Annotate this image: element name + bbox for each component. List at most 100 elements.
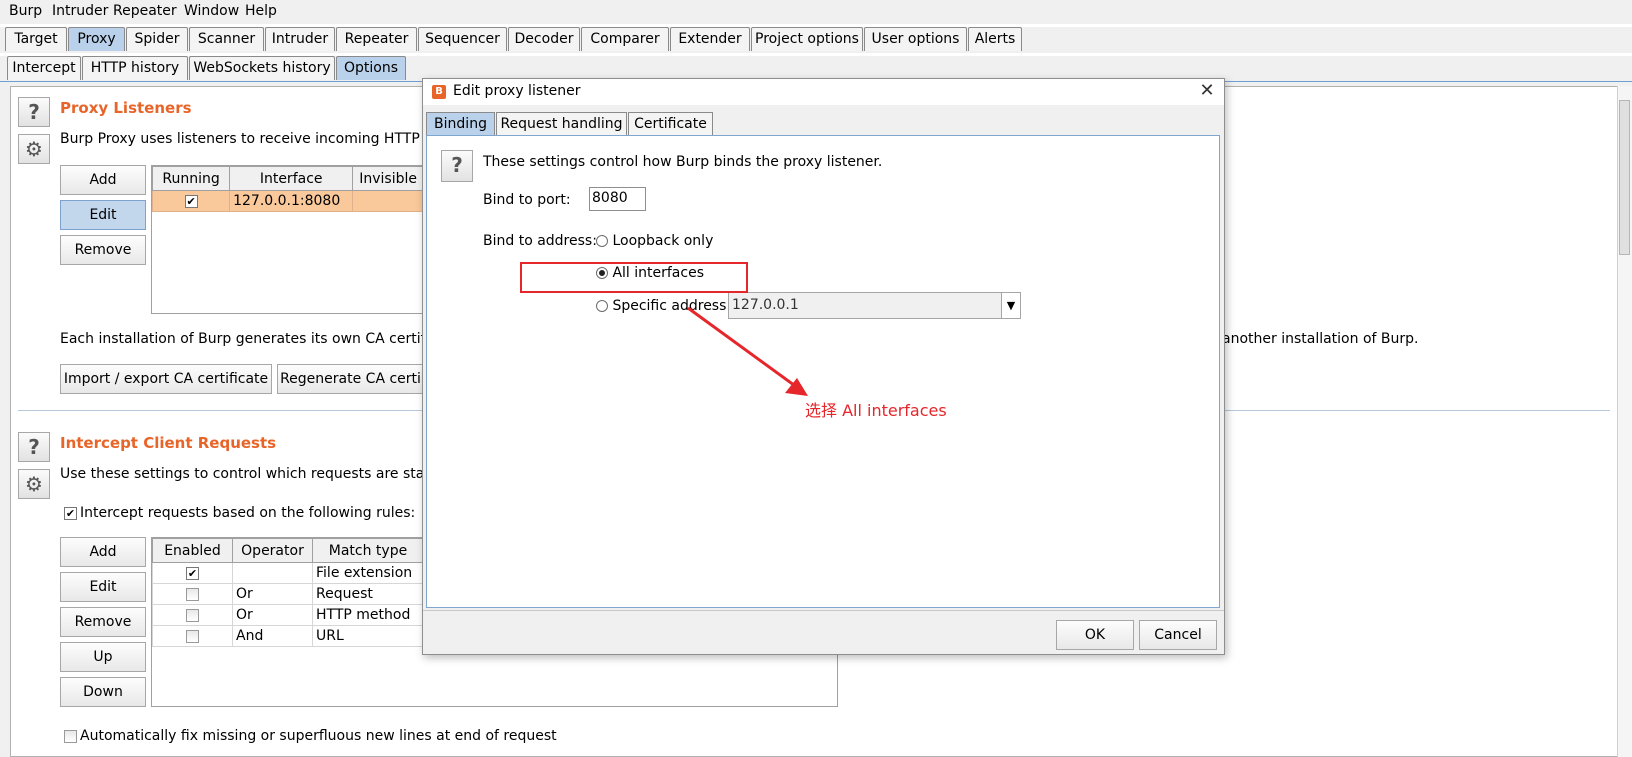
table-row[interactable]: ✔ File extension xyxy=(152,562,424,584)
help-question-icon[interactable]: ? xyxy=(18,97,50,127)
rule-match: HTTP method xyxy=(312,604,424,626)
tab-project-options[interactable]: Project options xyxy=(751,27,863,51)
intercept-requests-description: Use these settings to control which requ… xyxy=(60,466,468,482)
annotation-text: 选择 All interfaces xyxy=(805,401,947,420)
rule-operator: And xyxy=(232,625,313,647)
rule-remove-button[interactable]: Remove xyxy=(60,607,146,637)
table-row[interactable]: ✔ 127.0.0.1:8080 xyxy=(151,190,424,212)
rule-operator xyxy=(232,562,313,584)
col-enabled[interactable]: Enabled xyxy=(152,538,233,563)
tab-scanner[interactable]: Scanner xyxy=(189,27,264,51)
loopback-label: Loopback only xyxy=(612,233,714,249)
tab-user-options[interactable]: User options xyxy=(864,27,967,51)
table-row[interactable]: Or Request xyxy=(152,583,424,605)
gear-icon[interactable]: ⚙ xyxy=(18,134,50,164)
rule-edit-button[interactable]: Edit xyxy=(60,572,146,602)
table-row[interactable]: And URL xyxy=(152,625,424,647)
autofix-checkbox[interactable] xyxy=(64,729,77,743)
tab-alerts[interactable]: Alerts xyxy=(968,27,1022,51)
listeners-table-container: Running Interface Invisible ✔ 127.0.0.1:… xyxy=(151,165,424,314)
tab-binding[interactable]: Binding xyxy=(426,112,495,136)
running-checkbox[interactable]: ✔ xyxy=(184,194,198,208)
intercept-requests-title: Intercept Client Requests xyxy=(60,434,277,452)
rule-up-button[interactable]: Up xyxy=(60,642,146,672)
tab-options[interactable]: Options xyxy=(336,56,406,80)
tab-extender[interactable]: Extender xyxy=(670,27,750,51)
main-tab-bar: Target Proxy Spider Scanner Intruder Rep… xyxy=(0,27,1632,53)
bind-address-label: Bind to address: xyxy=(483,233,597,249)
ok-button[interactable]: OK xyxy=(1056,620,1134,650)
intercept-rules-checkbox[interactable]: ✔ xyxy=(64,506,77,520)
menu-bar: Burp Intruder Repeater Window Help xyxy=(0,0,1632,24)
autofix-checkbox-row[interactable]: Automatically fix missing or superfluous… xyxy=(64,728,557,744)
close-icon[interactable]: ✕ xyxy=(1196,80,1218,102)
rules-table: Enabled Operator Match type ✔ File exten… xyxy=(152,538,424,647)
menu-repeater[interactable]: Repeater xyxy=(113,3,177,19)
edit-proxy-listener-dialog: B Edit proxy listener ✕ Binding Request … xyxy=(422,78,1225,655)
listener-interface: 127.0.0.1:8080 xyxy=(229,190,354,212)
listener-add-button[interactable]: Add xyxy=(60,165,146,195)
col-interface[interactable]: Interface xyxy=(229,166,354,191)
gear-icon[interactable]: ⚙ xyxy=(18,469,50,499)
rule-match: Request xyxy=(312,583,424,605)
tab-intruder[interactable]: Intruder xyxy=(265,27,335,51)
ca-certificate-text-end: another installation of Burp. xyxy=(1222,331,1419,347)
chevron-down-icon[interactable]: ▼ xyxy=(1001,293,1020,318)
tab-intercept[interactable]: Intercept xyxy=(7,56,81,80)
menu-help[interactable]: Help xyxy=(245,3,277,19)
specific-address-option[interactable]: Specific address: xyxy=(596,298,731,314)
annotation-highlight-box xyxy=(520,262,748,293)
specific-address-select[interactable]: 127.0.0.1 ▼ xyxy=(728,292,1021,319)
bind-port-label: Bind to port: xyxy=(483,192,571,208)
intercept-rules-checkbox-row[interactable]: ✔ Intercept requests based on the followi… xyxy=(64,505,415,521)
loopback-only-option[interactable]: Loopback only xyxy=(596,233,713,249)
menu-burp[interactable]: Burp xyxy=(9,3,42,19)
tab-comparer[interactable]: Comparer xyxy=(581,27,669,51)
dialog-title-bar[interactable]: B Edit proxy listener ✕ xyxy=(423,79,1224,105)
dialog-footer-divider xyxy=(423,610,1224,611)
rule-down-button[interactable]: Down xyxy=(60,677,146,707)
tab-sequencer[interactable]: Sequencer xyxy=(418,27,507,51)
col-operator[interactable]: Operator xyxy=(232,538,313,563)
rule-operator: Or xyxy=(232,583,313,605)
tab-websockets-history[interactable]: WebSockets history xyxy=(189,56,335,80)
specific-address-radio[interactable] xyxy=(596,300,608,312)
enabled-checkbox[interactable] xyxy=(186,587,199,601)
tab-request-handling[interactable]: Request handling xyxy=(496,112,627,136)
enabled-checkbox[interactable] xyxy=(186,629,199,643)
help-question-icon[interactable]: ? xyxy=(441,150,473,182)
loopback-radio[interactable] xyxy=(596,235,608,247)
listeners-table: Running Interface Invisible ✔ 127.0.0.1:… xyxy=(151,166,424,212)
tab-decoder[interactable]: Decoder xyxy=(508,27,580,51)
table-row[interactable]: Or HTTP method xyxy=(152,604,424,626)
rule-add-button[interactable]: Add xyxy=(60,537,146,567)
cancel-button[interactable]: Cancel xyxy=(1139,620,1217,650)
col-running[interactable]: Running xyxy=(151,166,231,191)
bind-port-input[interactable]: 8080 xyxy=(589,187,646,211)
menu-window[interactable]: Window xyxy=(184,3,239,19)
rule-match: URL xyxy=(312,625,424,647)
binding-description: These settings control how Burp binds th… xyxy=(483,154,883,170)
tab-repeater[interactable]: Repeater xyxy=(336,27,417,51)
tab-spider[interactable]: Spider xyxy=(126,27,188,51)
tab-http-history[interactable]: HTTP history xyxy=(82,56,188,80)
tab-target[interactable]: Target xyxy=(5,27,67,51)
enabled-checkbox[interactable] xyxy=(186,608,199,622)
tab-proxy[interactable]: Proxy xyxy=(68,27,125,51)
listener-invisible xyxy=(352,190,424,212)
listener-remove-button[interactable]: Remove xyxy=(60,235,146,265)
import-export-ca-button[interactable]: Import / export CA certificate xyxy=(60,364,272,394)
regenerate-ca-button[interactable]: Regenerate CA certi xyxy=(277,364,423,394)
specific-address-label: Specific address: xyxy=(612,298,732,314)
tab-certificate[interactable]: Certificate xyxy=(628,112,713,136)
menu-intruder[interactable]: Intruder xyxy=(52,3,108,19)
col-invisible[interactable]: Invisible xyxy=(352,166,424,191)
listener-edit-button[interactable]: Edit xyxy=(60,200,146,230)
autofix-label: Automatically fix missing or superfluous… xyxy=(80,728,557,744)
help-question-icon[interactable]: ? xyxy=(18,432,50,462)
enabled-checkbox[interactable]: ✔ xyxy=(186,566,199,580)
col-match-type[interactable]: Match type xyxy=(312,538,424,563)
binding-panel: ? These settings control how Burp binds … xyxy=(426,135,1220,608)
intercept-rules-label: Intercept requests based on the followin… xyxy=(80,505,416,521)
scrollbar-thumb[interactable] xyxy=(1619,100,1630,255)
